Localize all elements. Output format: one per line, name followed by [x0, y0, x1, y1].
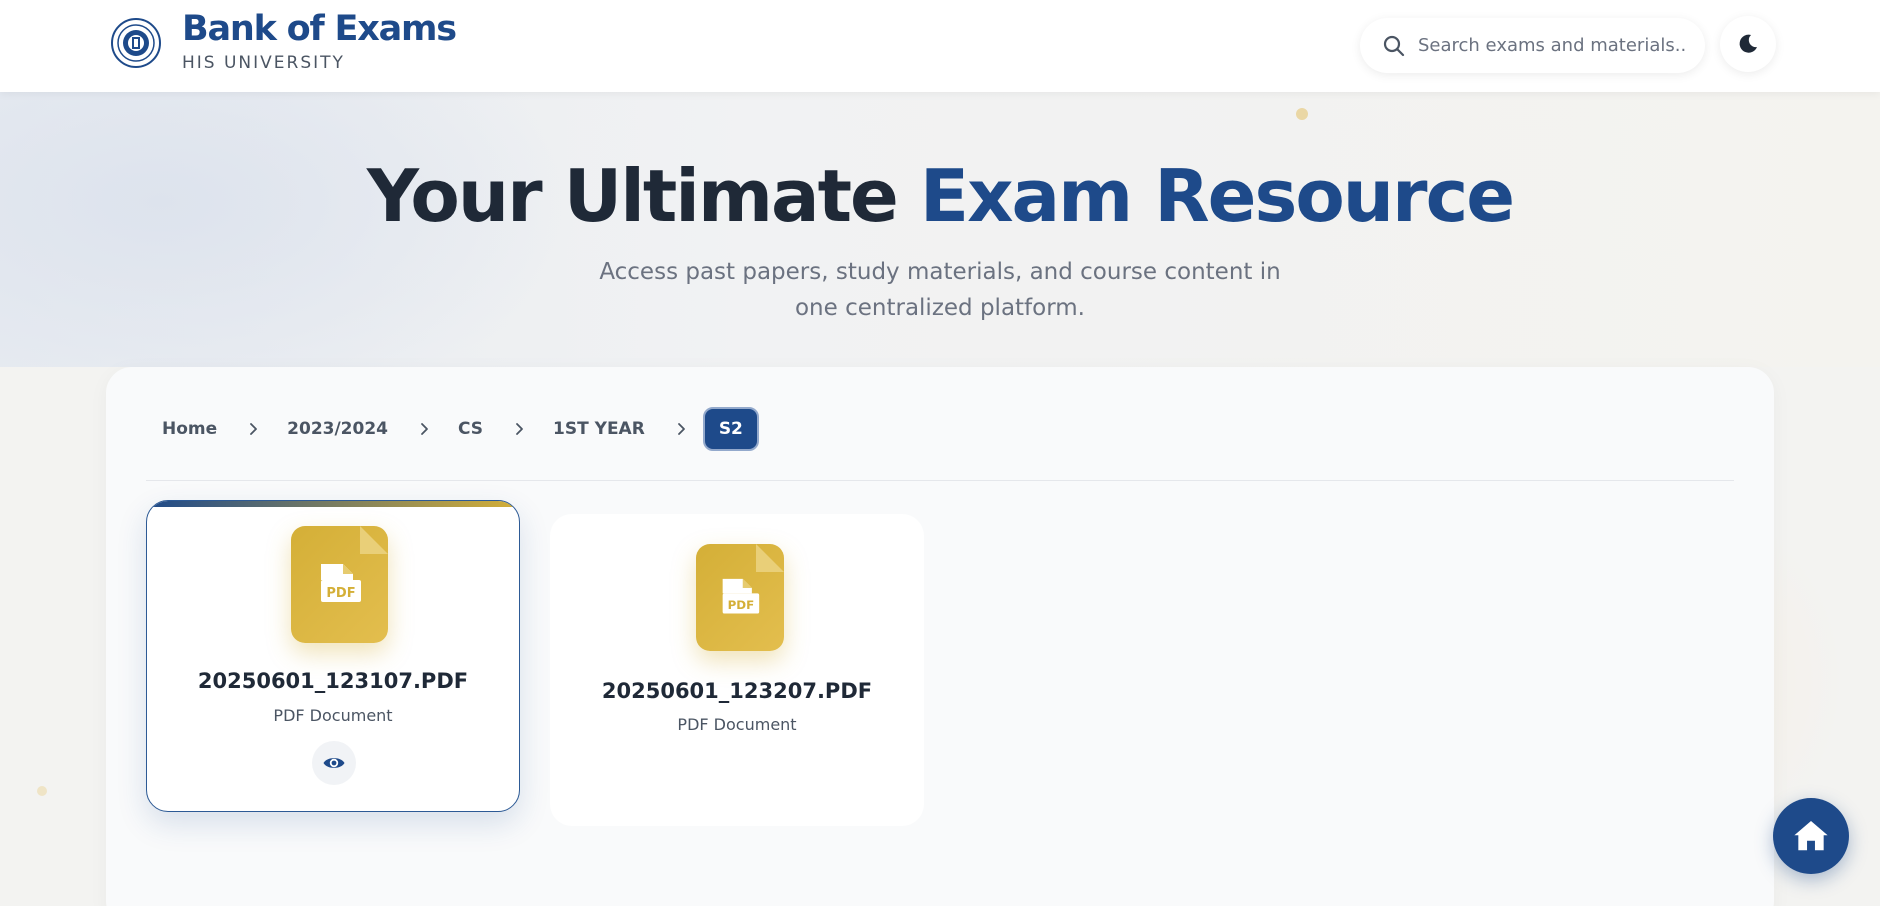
chevron-right-icon [250, 423, 258, 435]
home-icon [1794, 820, 1828, 851]
files-panel: Home 2023/2024 CS 1ST YEAR S2 PDF 202506… [106, 367, 1774, 906]
university-seal-icon[interactable] [111, 18, 161, 68]
svg-text:PDF: PDF [326, 586, 355, 601]
hero-title: Your Ultimate Exam Resource [0, 154, 1880, 238]
breadcrumb-item-current[interactable]: S2 [702, 407, 759, 451]
theme-toggle-button[interactable] [1720, 16, 1776, 72]
hero-title-main: Your Ultimate [366, 154, 920, 238]
decorative-dot [37, 786, 47, 796]
home-button[interactable] [1773, 798, 1849, 874]
hero-subtitle: Access past papers, study materials, and… [599, 259, 1281, 321]
hero-title-accent: Exam Resource [919, 154, 1515, 238]
search-input[interactable] [1418, 35, 1688, 56]
file-type: PDF Document [273, 706, 393, 725]
file-name[interactable]: 20250601_123207.PDF [550, 679, 924, 703]
breadcrumb-item-home[interactable]: Home [162, 419, 217, 439]
card-accent-bar [147, 501, 519, 507]
chevron-right-icon [677, 423, 685, 435]
file-card[interactable]: PDF 20250601_123107.PDF PDF Document [146, 500, 520, 812]
breadcrumb: Home 2023/2024 CS 1ST YEAR S2 [162, 407, 759, 451]
breadcrumb-item-department[interactable]: CS [458, 419, 483, 439]
pdf-file-icon: PDF [291, 526, 388, 643]
divider [146, 480, 1734, 481]
file-type: PDF Document [677, 715, 797, 734]
svg-text:PDF: PDF [728, 597, 755, 611]
view-button[interactable] [312, 741, 356, 785]
moon-icon [1739, 34, 1757, 53]
eye-icon [323, 758, 345, 768]
brand-subtitle: HIS UNIVERSITY [182, 53, 345, 73]
search-icon [1383, 35, 1405, 56]
chevron-right-icon [421, 423, 428, 435]
file-name[interactable]: 20250601_123107.PDF [147, 669, 519, 693]
decorative-dot [1296, 108, 1308, 120]
chevron-right-icon [516, 423, 523, 435]
breadcrumb-item-year[interactable]: 2023/2024 [287, 419, 388, 439]
pdf-file-icon: PDF [696, 544, 784, 651]
brand-title[interactable]: Bank of Exams [182, 9, 457, 49]
breadcrumb-item-level[interactable]: 1ST YEAR [553, 419, 645, 439]
top-header: Bank of Exams HIS UNIVERSITY [0, 0, 1880, 92]
hero-section: Your Ultimate Exam Resource Access past … [0, 92, 1880, 367]
file-card[interactable]: PDF 20250601_123207.PDF PDF Document [550, 514, 924, 826]
search-box[interactable] [1360, 18, 1705, 73]
